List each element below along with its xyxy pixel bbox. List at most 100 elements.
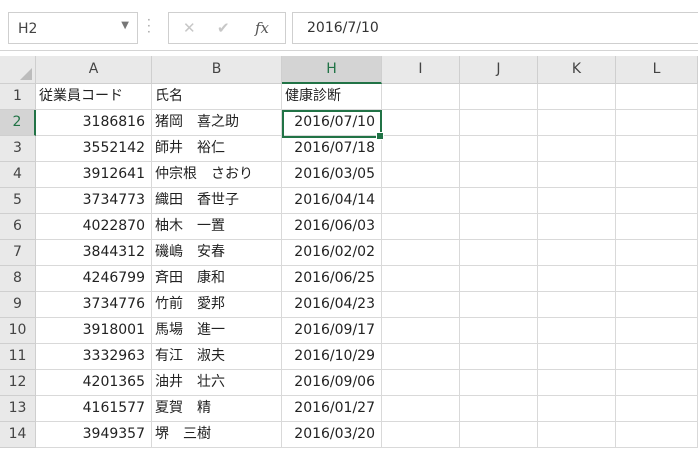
cell-employee-name[interactable]: 織田 香世子 <box>152 188 282 214</box>
grid-cell[interactable] <box>460 110 538 136</box>
grid-cell[interactable] <box>616 370 698 396</box>
grid-cell[interactable] <box>460 422 538 448</box>
cell-employee-code[interactable]: 4246799 <box>36 266 152 292</box>
column-header-a[interactable]: A <box>36 56 152 84</box>
check-icon[interactable]: ✔ <box>217 19 230 37</box>
grid-cell[interactable] <box>382 240 460 266</box>
column-header-l[interactable]: L <box>616 56 698 84</box>
grid-cell[interactable] <box>382 370 460 396</box>
insert-function-icon[interactable]: fx <box>255 19 269 37</box>
row-header-11[interactable]: 11 <box>0 344 36 370</box>
grid-cell[interactable] <box>616 318 698 344</box>
cell-employee-code[interactable]: 3186816 <box>36 110 152 136</box>
grid-cell[interactable] <box>460 214 538 240</box>
grid-cell[interactable] <box>382 84 460 110</box>
grid-cell[interactable] <box>538 214 616 240</box>
cell-health-check-date[interactable]: 2016/04/14 <box>282 188 382 214</box>
cell-header-name[interactable]: 氏名 <box>152 84 282 110</box>
cancel-icon[interactable]: ✕ <box>183 19 196 37</box>
cell-employee-code[interactable]: 3949357 <box>36 422 152 448</box>
grid-cell[interactable] <box>616 188 698 214</box>
grid-cell[interactable] <box>460 188 538 214</box>
row-header-8[interactable]: 8 <box>0 266 36 292</box>
grid-cell[interactable] <box>382 292 460 318</box>
cell-employee-code[interactable]: 4161577 <box>36 396 152 422</box>
grid-cell[interactable] <box>538 240 616 266</box>
grid-cell[interactable] <box>538 110 616 136</box>
grid-cell[interactable] <box>616 292 698 318</box>
formula-input[interactable]: 2016/7/10 <box>292 12 698 44</box>
column-header-h[interactable]: H <box>282 56 382 84</box>
cell-header-health-check[interactable]: 健康診断 <box>282 84 382 110</box>
cell-health-check-date[interactable]: 2016/04/23 <box>282 292 382 318</box>
name-box[interactable]: H2 ▼ <box>8 12 138 44</box>
grid-cell[interactable] <box>616 266 698 292</box>
cell-health-check-date[interactable]: 2016/03/05 <box>282 162 382 188</box>
grid-cell[interactable] <box>616 162 698 188</box>
row-header-2[interactable]: 2 <box>0 110 36 136</box>
cell-employee-code[interactable]: 3332963 <box>36 344 152 370</box>
column-header-k[interactable]: K <box>538 56 616 84</box>
cell-employee-code[interactable]: 4201365 <box>36 370 152 396</box>
cell-employee-name[interactable]: 仲宗根 さおり <box>152 162 282 188</box>
row-header-14[interactable]: 14 <box>0 422 36 448</box>
cell-employee-code[interactable]: 3844312 <box>36 240 152 266</box>
row-header-1[interactable]: 1 <box>0 84 36 110</box>
grid-cell[interactable] <box>616 422 698 448</box>
cell-employee-name[interactable]: 油井 壮六 <box>152 370 282 396</box>
cell-header-employee-code[interactable]: 従業員コード <box>36 84 152 110</box>
row-header-13[interactable]: 13 <box>0 396 36 422</box>
grid-cell[interactable] <box>616 240 698 266</box>
cell-health-check-date[interactable]: 2016/03/20 <box>282 422 382 448</box>
grid-cell[interactable] <box>616 214 698 240</box>
cell-health-check-date[interactable]: 2016/10/29 <box>282 344 382 370</box>
cell-employee-code[interactable]: 3918001 <box>36 318 152 344</box>
grid-cell[interactable] <box>460 136 538 162</box>
grid-cell[interactable] <box>538 162 616 188</box>
grid-cell[interactable] <box>382 136 460 162</box>
column-header-i[interactable]: I <box>382 56 460 84</box>
cell-health-check-date[interactable]: 2016/02/02 <box>282 240 382 266</box>
grid-cell[interactable] <box>538 266 616 292</box>
cell-employee-name[interactable]: 竹前 愛邦 <box>152 292 282 318</box>
grid-cell[interactable] <box>616 84 698 110</box>
grid-cell[interactable] <box>382 396 460 422</box>
grid-cell[interactable] <box>460 396 538 422</box>
column-header-j[interactable]: J <box>460 56 538 84</box>
cell-employee-code[interactable]: 3912641 <box>36 162 152 188</box>
grid-cell[interactable] <box>460 84 538 110</box>
grid-cell[interactable] <box>382 110 460 136</box>
grid-cell[interactable] <box>538 344 616 370</box>
splitter-handle[interactable]: · · · <box>147 14 151 38</box>
grid-cell[interactable] <box>616 136 698 162</box>
row-header-3[interactable]: 3 <box>0 136 36 162</box>
grid-cell[interactable] <box>616 396 698 422</box>
grid-cell[interactable] <box>382 188 460 214</box>
row-header-9[interactable]: 9 <box>0 292 36 318</box>
cell-employee-name[interactable]: 師井 裕仁 <box>152 136 282 162</box>
cell-employee-name[interactable]: 有江 淑夫 <box>152 344 282 370</box>
grid-cell[interactable] <box>538 292 616 318</box>
grid-cell[interactable] <box>460 240 538 266</box>
grid-cell[interactable] <box>538 370 616 396</box>
cell-employee-name[interactable]: 馬場 進一 <box>152 318 282 344</box>
cell-employee-name[interactable]: 磯嶋 安春 <box>152 240 282 266</box>
cell-employee-name[interactable]: 夏賀 精 <box>152 396 282 422</box>
select-all-corner[interactable] <box>0 56 36 84</box>
cell-health-check-date[interactable]: 2016/07/18 <box>282 136 382 162</box>
grid-cell[interactable] <box>538 136 616 162</box>
cell-health-check-date[interactable]: 2016/09/17 <box>282 318 382 344</box>
cell-employee-code[interactable]: 3734773 <box>36 188 152 214</box>
cell-employee-name[interactable]: 堺 三樹 <box>152 422 282 448</box>
cell-health-check-date[interactable]: 2016/07/10 <box>282 110 382 136</box>
cell-health-check-date[interactable]: 2016/06/03 <box>282 214 382 240</box>
row-header-7[interactable]: 7 <box>0 240 36 266</box>
row-header-4[interactable]: 4 <box>0 162 36 188</box>
grid-cell[interactable] <box>460 344 538 370</box>
grid-cell[interactable] <box>538 422 616 448</box>
grid-cell[interactable] <box>616 344 698 370</box>
row-header-10[interactable]: 10 <box>0 318 36 344</box>
cell-employee-code[interactable]: 4022870 <box>36 214 152 240</box>
grid-cell[interactable] <box>460 370 538 396</box>
grid-cell[interactable] <box>460 266 538 292</box>
